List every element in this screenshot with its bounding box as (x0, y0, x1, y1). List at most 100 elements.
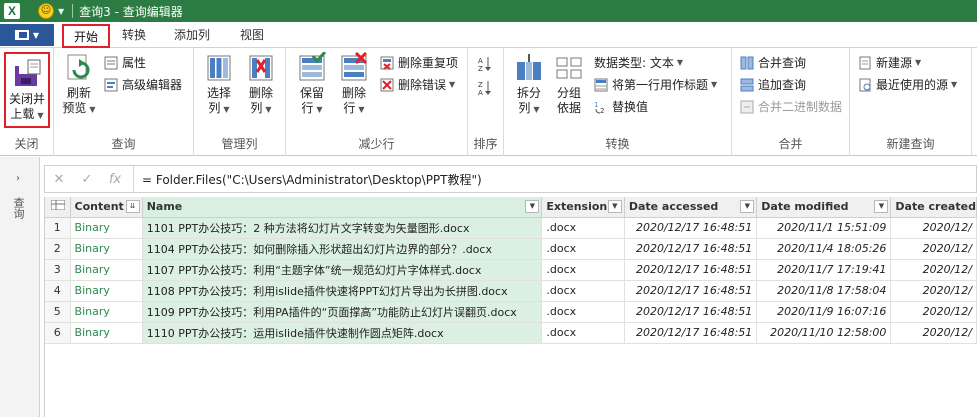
cell-date-created[interactable]: 2020/12/ (890, 217, 977, 239)
table-row[interactable]: 1 Binary 1101 PPT办公技巧：2 种方法将幻灯片文字转变为矢量图形… (45, 217, 977, 239)
tab-add-column[interactable]: 添加列 (164, 24, 220, 48)
fx-icon[interactable]: fx (101, 172, 129, 187)
row-number[interactable]: 5 (45, 301, 71, 323)
expand-queries-pane-icon[interactable]: › (16, 173, 20, 184)
new-source-button[interactable]: 新建源 ▼ (858, 54, 921, 72)
excel-app-icon[interactable]: X (4, 3, 20, 19)
formula-input[interactable]: = Folder.Files("C:\Users\Administrator\D… (142, 171, 482, 188)
cell-date-modified[interactable]: 2020/11/10 12:58:00 (756, 322, 892, 344)
cell-date-created[interactable]: 2020/12/ (890, 280, 977, 302)
table-row[interactable]: 3 Binary 1107 PPT办公技巧：利用“主题字体”统一规范幻灯片字体样… (45, 259, 977, 281)
svg-text:Z: Z (478, 65, 483, 72)
cell-date-created[interactable]: 2020/12/ (890, 238, 977, 260)
cell-extension[interactable]: .docx (541, 301, 625, 323)
column-filter-name-icon[interactable]: ▼ (525, 200, 540, 213)
cell-name[interactable]: 1104 PPT办公技巧：如何删除插入形状超出幻灯片边界的部分？.docx (142, 238, 543, 260)
refresh-icon (64, 52, 94, 84)
cell-extension[interactable]: .docx (541, 322, 625, 344)
cell-content[interactable]: Binary (70, 280, 143, 302)
row-number[interactable]: 6 (45, 322, 71, 344)
cell-date-modified[interactable]: 2020/11/4 18:05:26 (756, 238, 892, 260)
column-header-name[interactable]: Name ▼ (142, 197, 543, 218)
table-row[interactable]: 2 Binary 1104 PPT办公技巧：如何删除插入形状超出幻灯片边界的部分… (45, 238, 977, 260)
group-by-button[interactable]: 分组 依据 (550, 52, 588, 116)
cell-date-created[interactable]: 2020/12/ (890, 301, 977, 323)
data-type-dropdown[interactable]: 数据类型: 文本 ▼ (594, 54, 683, 72)
confirm-icon[interactable]: ✓ (73, 172, 101, 187)
cell-date-modified[interactable]: 2020/11/9 16:07:16 (756, 301, 892, 323)
cell-extension[interactable]: .docx (541, 280, 625, 302)
column-header-date-modified[interactable]: Date modified ▼ (756, 197, 892, 218)
cell-name[interactable]: 1107 PPT办公技巧：利用“主题字体”统一规范幻灯片字体样式.docx (142, 259, 543, 281)
cell-content[interactable]: Binary (70, 238, 143, 260)
cell-date-modified[interactable]: 2020/11/7 17:19:41 (756, 259, 892, 281)
close-and-load-button[interactable]: 关闭并 上载 ▼ (5, 58, 49, 123)
append-queries-button[interactable]: 追加查询 (740, 76, 806, 94)
cell-date-accessed[interactable]: 2020/12/17 16:48:51 (624, 238, 758, 260)
tab-view[interactable]: 视图 (230, 24, 274, 48)
remove-columns-button[interactable]: 删除 列 ▼ (242, 52, 280, 117)
choose-columns-button[interactable]: 选择 列 ▼ (200, 52, 238, 117)
row-number[interactable]: 3 (45, 259, 71, 281)
column-filter-date-accessed-icon[interactable]: ▼ (740, 200, 755, 213)
table-row[interactable]: 5 Binary 1109 PPT办公技巧：利用PA插件的“页面撑高”功能防止幻… (45, 301, 977, 323)
row-number[interactable]: 2 (45, 238, 71, 260)
cell-date-created[interactable]: 2020/12/ (890, 259, 977, 281)
cell-content[interactable]: Binary (70, 217, 143, 239)
tab-home[interactable]: 开始 (62, 24, 111, 48)
cell-date-modified[interactable]: 2020/11/8 17:58:04 (756, 280, 892, 302)
cell-name[interactable]: 1101 PPT办公技巧：2 种方法将幻灯片文字转变为矢量图形.docx (142, 217, 543, 239)
row-number[interactable]: 4 (45, 280, 71, 302)
combine-binaries-button[interactable]: 合并二进制数据 (740, 98, 842, 116)
properties-button[interactable]: 属性 (104, 54, 146, 72)
remove-errors-button[interactable]: 删除错误 ▼ (380, 76, 455, 94)
merge-queries-button[interactable]: 合并查询 (740, 54, 806, 72)
column-header-extension[interactable]: Extension ▼ (541, 197, 625, 218)
column-header-date-accessed[interactable]: Date accessed ▼ (624, 197, 758, 218)
column-header-content[interactable]: Content ⇊ (70, 197, 143, 218)
cell-content[interactable]: Binary (70, 322, 143, 344)
row-number[interactable]: 1 (45, 217, 71, 239)
split-column-button[interactable]: 拆分 列 ▼ (510, 52, 548, 117)
cell-extension[interactable]: .docx (541, 238, 625, 260)
replace-values-button[interactable]: 12 替换值 (594, 98, 648, 116)
cell-date-accessed[interactable]: 2020/12/17 16:48:51 (624, 259, 758, 281)
group-label-sort: 排序 (473, 137, 498, 151)
cell-content[interactable]: Binary (70, 259, 143, 281)
table-row[interactable]: 4 Binary 1108 PPT办公技巧：利用islide插件快速将PPT幻灯… (45, 280, 977, 302)
cell-name[interactable]: 1108 PPT办公技巧：利用islide插件快速将PPT幻灯片导出为长拼图.d… (142, 280, 543, 302)
column-filter-date-modified-icon[interactable]: ▼ (874, 200, 889, 213)
refresh-preview-button[interactable]: 刷新 预览 ▼ (60, 52, 98, 117)
table-corner-menu[interactable] (45, 197, 71, 218)
advanced-editor-button[interactable]: 高级编辑器 (104, 76, 182, 94)
cancel-icon[interactable]: ✕ (45, 172, 73, 187)
expand-binary-icon[interactable]: ⇊ (125, 200, 140, 213)
file-menu-button[interactable]: ▼ (0, 24, 54, 46)
table-row[interactable]: 6 Binary 1110 PPT办公技巧：运用islide插件快速制作圆点矩阵… (45, 322, 977, 344)
cell-date-accessed[interactable]: 2020/12/17 16:48:51 (624, 280, 758, 302)
recent-sources-button[interactable]: 最近使用的源 ▼ (858, 76, 957, 94)
cell-date-created[interactable]: 2020/12/ (890, 322, 977, 344)
sort-ascending-button[interactable]: AZ (478, 54, 496, 73)
keep-rows-button[interactable]: 保留 行 ▼ (292, 51, 332, 117)
cell-date-accessed[interactable]: 2020/12/17 16:48:51 (624, 301, 758, 323)
cell-date-accessed[interactable]: 2020/12/17 16:48:51 (624, 322, 758, 344)
cell-extension[interactable]: .docx (541, 259, 625, 281)
cell-name[interactable]: 1110 PPT办公技巧：运用islide插件快速制作圆点矩阵.docx (142, 322, 543, 344)
column-header-date-created[interactable]: Date created (890, 197, 977, 218)
title-separator (72, 4, 74, 18)
sort-descending-button[interactable]: ZA (478, 78, 496, 97)
cell-name[interactable]: 1109 PPT办公技巧：利用PA插件的“页面撑高”功能防止幻灯片误翻页.doc… (142, 301, 543, 323)
cell-extension[interactable]: .docx (541, 217, 625, 239)
cell-date-accessed[interactable]: 2020/12/17 16:48:51 (624, 217, 758, 239)
column-filter-extension-icon[interactable]: ▼ (607, 200, 622, 213)
tab-transform[interactable]: 转换 (112, 24, 156, 48)
cell-content[interactable]: Binary (70, 301, 143, 323)
smiley-feedback-icon[interactable]: ☺ (38, 3, 54, 19)
cell-date-modified[interactable]: 2020/11/1 15:51:09 (756, 217, 892, 239)
svg-text:2: 2 (600, 107, 604, 114)
quick-access-dropdown-icon[interactable]: ▼ (58, 7, 64, 16)
remove-rows-button[interactable]: 删除 行 ▼ (334, 51, 374, 117)
use-first-row-as-headers-button[interactable]: 将第一行用作标题 ▼ (594, 76, 717, 94)
remove-duplicates-button[interactable]: 删除重复项 (380, 54, 458, 72)
